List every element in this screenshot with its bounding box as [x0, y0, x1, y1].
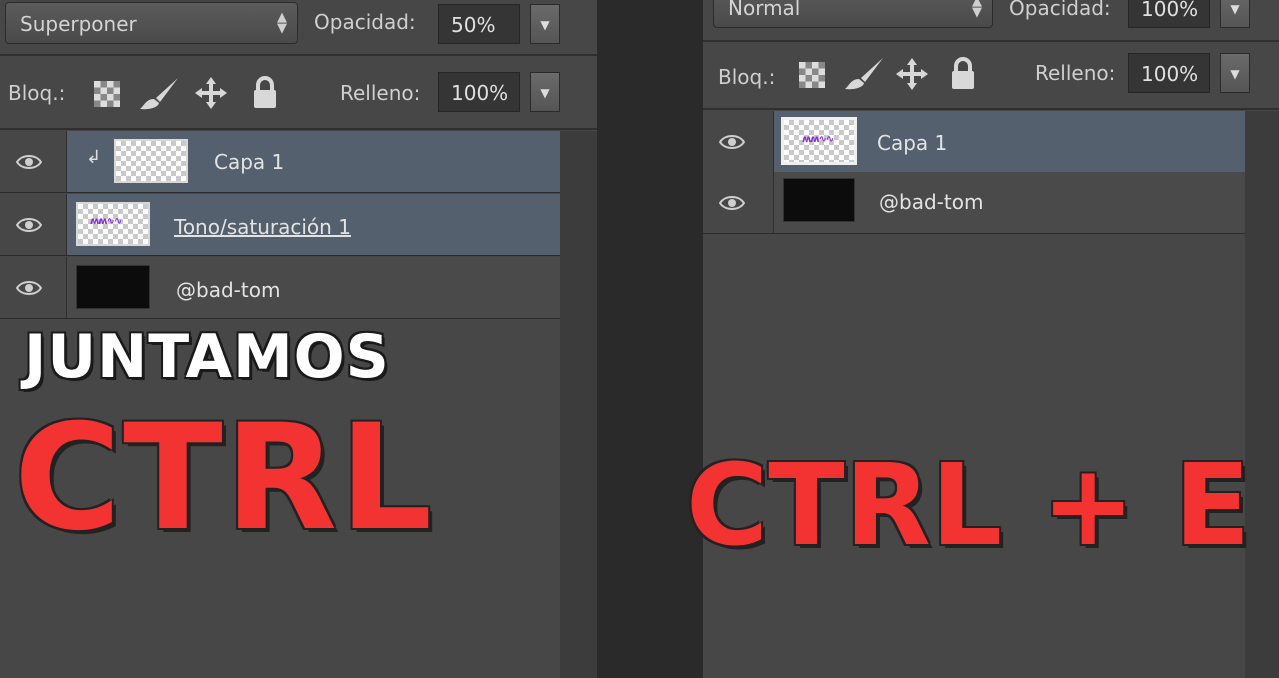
- checkerboard-lock-icon[interactable]: [92, 79, 122, 109]
- padlock-icon[interactable]: [950, 57, 976, 91]
- layer-row-tono-saturacion[interactable]: ʍʍ∿∿ Tono/saturación 1: [0, 194, 560, 256]
- opacity-label: Opacidad:: [1009, 0, 1111, 20]
- thumbnail-art: ʍʍ∿∿: [90, 216, 122, 227]
- thumbnail-art: ʍʍ∿∿: [802, 134, 834, 145]
- eye-icon[interactable]: [719, 194, 745, 212]
- visibility-cell[interactable]: [703, 111, 774, 172]
- layer-row-bad-tom[interactable]: @bad-tom: [703, 172, 1245, 234]
- fill-field[interactable]: 100%: [438, 72, 520, 112]
- layer-name[interactable]: Tono/saturación 1: [174, 215, 351, 239]
- opacity-field[interactable]: 50%: [438, 4, 520, 44]
- opacity-label: Opacidad:: [314, 10, 416, 34]
- right-layers-panel: Normal ▲ ▼ Opacidad: 100% ▼ Bloq.: Rellen…: [703, 0, 1279, 678]
- layer-thumbnail: [76, 265, 150, 309]
- visibility-cell[interactable]: [0, 257, 67, 318]
- fill-dropdown-button[interactable]: ▼: [1220, 53, 1250, 93]
- layer-thumbnail: [783, 178, 855, 222]
- fill-label: Relleno:: [340, 81, 421, 105]
- padlock-icon[interactable]: [252, 76, 278, 110]
- visibility-cell[interactable]: [0, 131, 67, 192]
- blend-mode-value: Normal: [728, 0, 801, 20]
- layer-thumbnail: [114, 139, 188, 183]
- select-arrows-icon: ▲ ▼: [277, 10, 287, 36]
- layer-name[interactable]: Capa 1: [877, 131, 947, 155]
- divider: [703, 40, 1279, 42]
- fill-dropdown-button[interactable]: ▼: [530, 72, 560, 112]
- scroll-area[interactable]: [560, 131, 597, 678]
- move-lock-icon[interactable]: [194, 76, 228, 110]
- visibility-cell[interactable]: [703, 172, 774, 233]
- layer-thumbnail: ʍʍ∿∿: [76, 202, 150, 246]
- layer-row-capa-1[interactable]: ↲ Capa 1: [0, 131, 560, 193]
- layer-name[interactable]: @bad-tom: [879, 190, 983, 214]
- overlay-ctrl-e-text: CTRL + E: [686, 441, 1251, 571]
- lock-label: Bloq.:: [8, 81, 66, 105]
- select-arrows-icon: ▲ ▼: [972, 0, 982, 20]
- layer-name[interactable]: Capa 1: [214, 150, 284, 174]
- fill-label: Relleno:: [1035, 61, 1116, 85]
- opacity-dropdown-button[interactable]: ▼: [530, 4, 560, 44]
- clip-arrow-icon: ↲: [86, 147, 102, 168]
- layer-thumbnail: ʍʍ∿∿: [781, 117, 857, 165]
- eye-icon[interactable]: [16, 153, 42, 171]
- overlay-ctrl-text: CTRL: [14, 393, 435, 563]
- layer-row-capa-1[interactable]: ʍʍ∿∿ Capa 1: [703, 111, 1245, 173]
- opacity-field[interactable]: 100%: [1128, 0, 1210, 28]
- divider: [0, 54, 597, 56]
- layer-name[interactable]: @bad-tom: [176, 278, 280, 302]
- fill-field[interactable]: 100%: [1128, 53, 1210, 93]
- visibility-cell[interactable]: [0, 194, 67, 255]
- divider: [0, 128, 597, 130]
- eye-icon[interactable]: [16, 279, 42, 297]
- panel-gap: [597, 0, 703, 678]
- blend-mode-select[interactable]: Normal ▲ ▼: [713, 0, 993, 28]
- opacity-dropdown-button[interactable]: ▼: [1220, 0, 1250, 28]
- layer-row-bad-tom[interactable]: @bad-tom: [0, 257, 560, 319]
- lock-label: Bloq.:: [718, 65, 776, 89]
- blend-mode-value: Superponer: [20, 12, 137, 36]
- blend-mode-select[interactable]: Superponer ▲ ▼: [5, 2, 298, 44]
- scroll-area[interactable]: [1245, 111, 1279, 678]
- eye-icon[interactable]: [719, 133, 745, 151]
- brush-lock-icon[interactable]: [138, 76, 180, 112]
- checkerboard-lock-icon[interactable]: [797, 60, 827, 90]
- brush-lock-icon[interactable]: [843, 56, 885, 92]
- move-lock-icon[interactable]: [895, 57, 929, 91]
- eye-icon[interactable]: [16, 216, 42, 234]
- overlay-title-juntamos: JUNTAMOS: [24, 322, 390, 392]
- divider: [703, 108, 1279, 110]
